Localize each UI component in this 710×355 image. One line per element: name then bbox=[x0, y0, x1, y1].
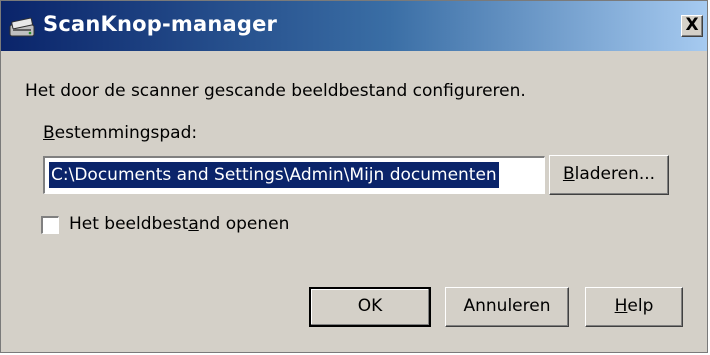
browse-label-rest: laderen... bbox=[574, 164, 656, 184]
help-button[interactable]: Help bbox=[585, 287, 683, 327]
open-image-label-end: nd openen bbox=[198, 214, 290, 234]
dialog-window: ScanKnop-manager X Het door de scanner g… bbox=[0, 0, 708, 353]
browse-button[interactable]: Bladeren... bbox=[549, 155, 669, 195]
open-image-label[interactable]: Het beeldbestand openen bbox=[69, 214, 289, 234]
title-bar[interactable]: ScanKnop-manager X bbox=[1, 1, 707, 51]
destination-path-value[interactable]: C:\Documents and Settings\Admin\Mijn doc… bbox=[49, 162, 499, 188]
help-label-rest: elp bbox=[627, 296, 654, 316]
open-image-label-start: Het beeldbest bbox=[69, 214, 189, 234]
close-button[interactable]: X bbox=[681, 15, 703, 37]
dialog-description: Het door de scanner gescande beeldbestan… bbox=[25, 81, 526, 101]
browse-mnemonic: B bbox=[562, 164, 575, 184]
ok-button[interactable]: OK bbox=[309, 287, 431, 327]
destination-path-field[interactable]: C:\Documents and Settings\Admin\Mijn doc… bbox=[43, 156, 545, 194]
open-image-label-mnemonic: a bbox=[188, 214, 199, 234]
destination-path-label: Bestemmingspad: bbox=[43, 123, 197, 143]
destination-path-label-mnemonic: B bbox=[43, 123, 55, 143]
open-image-checkbox[interactable] bbox=[41, 216, 59, 234]
cancel-button[interactable]: Annuleren bbox=[445, 287, 569, 327]
scanner-icon bbox=[9, 14, 35, 38]
help-mnemonic: H bbox=[614, 296, 628, 316]
destination-path-label-rest: estemmingspad: bbox=[54, 123, 198, 143]
window-title: ScanKnop-manager bbox=[43, 12, 278, 36]
